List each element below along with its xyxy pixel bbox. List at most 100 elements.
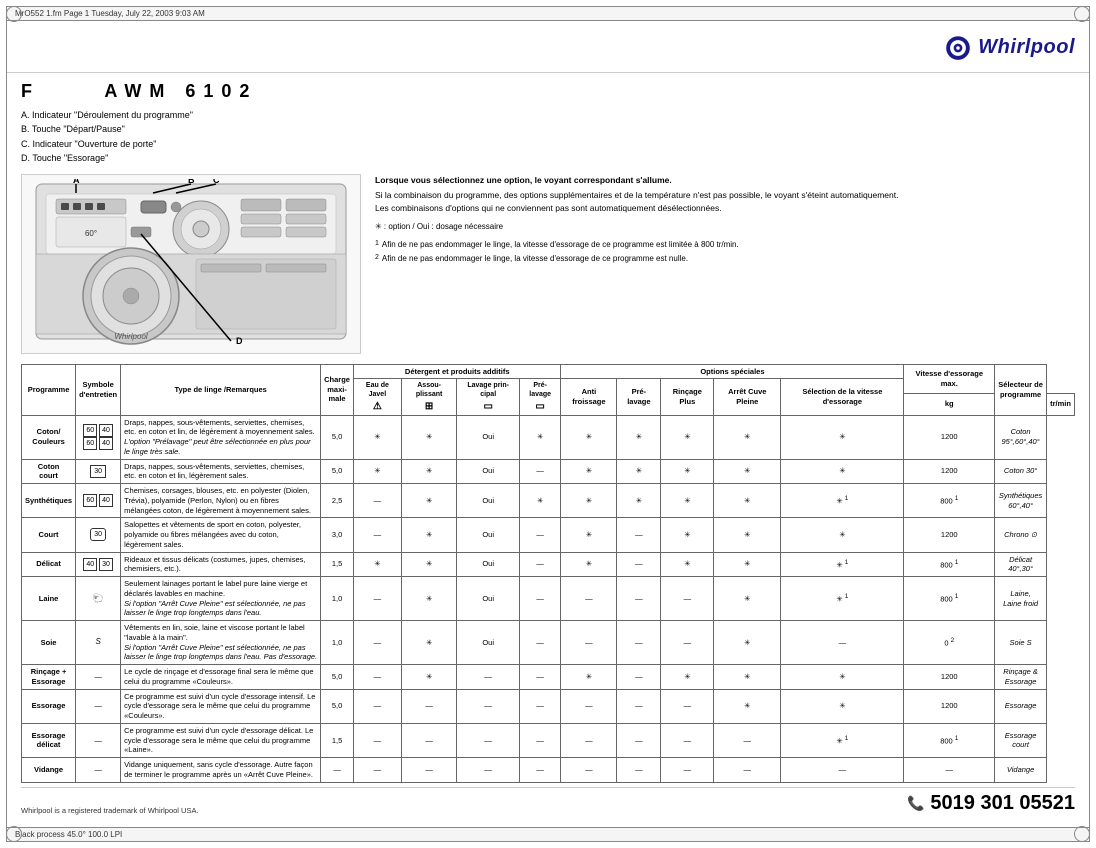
td-programme: Soie <box>22 621 76 665</box>
td-type: Salopettes et vêtements de sport en coto… <box>121 518 321 552</box>
td-javel: — <box>353 689 401 723</box>
th-assouplissant: Assou-plissant ⊞ <box>401 379 457 415</box>
description-option-note: ✳ : option / Oui : dosage nécessaire <box>375 221 1075 233</box>
td-rincage-plus: ✳ <box>661 552 714 577</box>
washer-diagram-svg: 60° Whirlpool A <box>31 179 351 349</box>
td-javel: — <box>353 484 401 518</box>
td-symbole: — <box>76 758 121 783</box>
label-a: A. Indicateur "Déroulement du programme" <box>21 108 361 122</box>
td-vitesse: 1200 <box>904 459 995 484</box>
model-title: F AWM 6102 <box>21 81 361 102</box>
th-charge: Charge maxi-male <box>321 364 354 415</box>
header-area: Whirlpool <box>7 21 1089 73</box>
title-section: F AWM 6102 A. Indicateur "Déroulement du… <box>21 81 1075 166</box>
td-anti-froissage: — <box>561 577 617 621</box>
th-symbole: Symbole d'entretien <box>76 364 121 415</box>
td-rincage-plus: — <box>661 577 714 621</box>
td-anti-froissage: ✳ <box>561 415 617 459</box>
svg-text:Whirlpool: Whirlpool <box>114 332 148 341</box>
td-vitesse: 800 1 <box>904 484 995 518</box>
td-rincage-plus: ✳ <box>661 518 714 552</box>
td-symbole: 30 <box>76 518 121 552</box>
td-symbole: S <box>76 621 121 665</box>
note-2: 2 Afin de ne pas endommager le linge, la… <box>375 253 1075 265</box>
td-rincage-plus: ✳ <box>661 459 714 484</box>
td-rincage-plus: ✳ <box>661 484 714 518</box>
td-anti-froissage: — <box>561 758 617 783</box>
top-bar: MrO552 1.fm Page 1 Tuesday, July 22, 200… <box>7 7 1089 21</box>
td-type: Chemises, corsages, blouses, etc. en pol… <box>121 484 321 518</box>
label-b: B. Touche "Départ/Pause" <box>21 122 361 136</box>
table-row: Coton/Couleurs 60 40 60 40 Draps, nappes… <box>22 415 1075 459</box>
label-d: D. Touche "Essorage" <box>21 151 361 165</box>
table-row: Cotoncourt 30 Draps, nappes, sous-vêteme… <box>22 459 1075 484</box>
td-charge: 5,0 <box>321 415 354 459</box>
td-pre-lavage2: — <box>617 723 661 757</box>
td-charge: 1,0 <box>321 577 354 621</box>
th-arret-cuve: Arrêt Cuve Pleine <box>714 379 781 415</box>
th-selection-vitesse: Sélection de la vitesse d'essorage <box>781 379 904 415</box>
td-rincage-plus: ✳ <box>661 415 714 459</box>
td-symbole: 40 30 <box>76 552 121 577</box>
td-lavage: Oui <box>457 518 519 552</box>
td-anti-froissage: ✳ <box>561 665 617 690</box>
description-main: Lorsque vous sélectionnez une option, le… <box>375 174 1075 215</box>
td-type: Vidange uniquement, sans cycle d'essorag… <box>121 758 321 783</box>
td-charge: 3,0 <box>321 518 354 552</box>
table-body: Coton/Couleurs 60 40 60 40 Draps, nappes… <box>22 415 1075 782</box>
td-javel: — <box>353 577 401 621</box>
td-lavage: — <box>457 758 519 783</box>
td-selecteur: Essorage <box>995 689 1047 723</box>
logo-brand-text: Whirlpool <box>978 36 1075 59</box>
td-selection-vitesse: ✳ 1 <box>781 723 904 757</box>
label-c: C. Indicateur "Ouverture de porte" <box>21 137 361 151</box>
td-selecteur: Laine,Laine froid <box>995 577 1047 621</box>
td-arret-cuve: ✳ <box>714 415 781 459</box>
td-pre-lavage2: — <box>617 758 661 783</box>
th-options-group: Options spéciales <box>561 364 904 379</box>
td-selection-vitesse: ✳ <box>781 518 904 552</box>
td-arret-cuve: ✳ <box>714 459 781 484</box>
logo-container: Whirlpool <box>944 34 1075 62</box>
td-type: Draps, nappes, sous-vêtements, serviette… <box>121 459 321 484</box>
td-type: Ce programme est suivi d'un cycle d'esso… <box>121 689 321 723</box>
td-prelavage: — <box>519 459 561 484</box>
th-prelavage: Pré-lavage ▭ <box>519 379 561 415</box>
td-selecteur: Coton95°,60°,40° <box>995 415 1047 459</box>
td-assouplissant: — <box>401 758 457 783</box>
td-assouplissant: ✳ <box>401 484 457 518</box>
td-lavage: — <box>457 689 519 723</box>
td-rincage-plus: — <box>661 621 714 665</box>
td-selecteur: Soie S <box>995 621 1047 665</box>
td-arret-cuve: — <box>714 758 781 783</box>
td-pre-lavage2: ✳ <box>617 484 661 518</box>
td-javel: — <box>353 723 401 757</box>
table-header-row-1: Programme Symbole d'entretien Type de li… <box>22 364 1075 379</box>
td-assouplissant: ✳ <box>401 518 457 552</box>
product-number: 📞 5019 301 05521 <box>907 792 1075 815</box>
td-arret-cuve: ✳ <box>714 689 781 723</box>
td-programme: Essorage délicat <box>22 723 76 757</box>
th-vitesse-unit: tr/min <box>1047 393 1075 415</box>
td-programme: Vidange <box>22 758 76 783</box>
th-selecteur: Sélecteur de programme <box>995 364 1047 415</box>
td-vitesse: 1200 <box>904 415 995 459</box>
td-assouplissant: — <box>401 689 457 723</box>
td-selection-vitesse: ✳ 1 <box>781 552 904 577</box>
td-rincage-plus: — <box>661 689 714 723</box>
table-row: Court 30 Salopettes et vêtements de spor… <box>22 518 1075 552</box>
td-pre-lavage2: ✳ <box>617 415 661 459</box>
bottom-bar: Black process 45.0° 100.0 LPI <box>7 827 1089 841</box>
td-javel: ✳ <box>353 415 401 459</box>
td-prelavage: — <box>519 689 561 723</box>
td-arret-cuve: ✳ <box>714 552 781 577</box>
td-symbole: 60 40 60 40 <box>76 415 121 459</box>
svg-text:60°: 60° <box>85 229 97 238</box>
td-assouplissant: ✳ <box>401 459 457 484</box>
trademark-text: Whirlpool is a registered trademark of W… <box>21 806 199 815</box>
td-lavage: Oui <box>457 577 519 621</box>
td-selecteur: Vidange <box>995 758 1047 783</box>
note-1: 1 Afin de ne pas endommager le linge, la… <box>375 239 1075 251</box>
title-letter: F <box>21 81 40 101</box>
td-symbole: — <box>76 665 121 690</box>
